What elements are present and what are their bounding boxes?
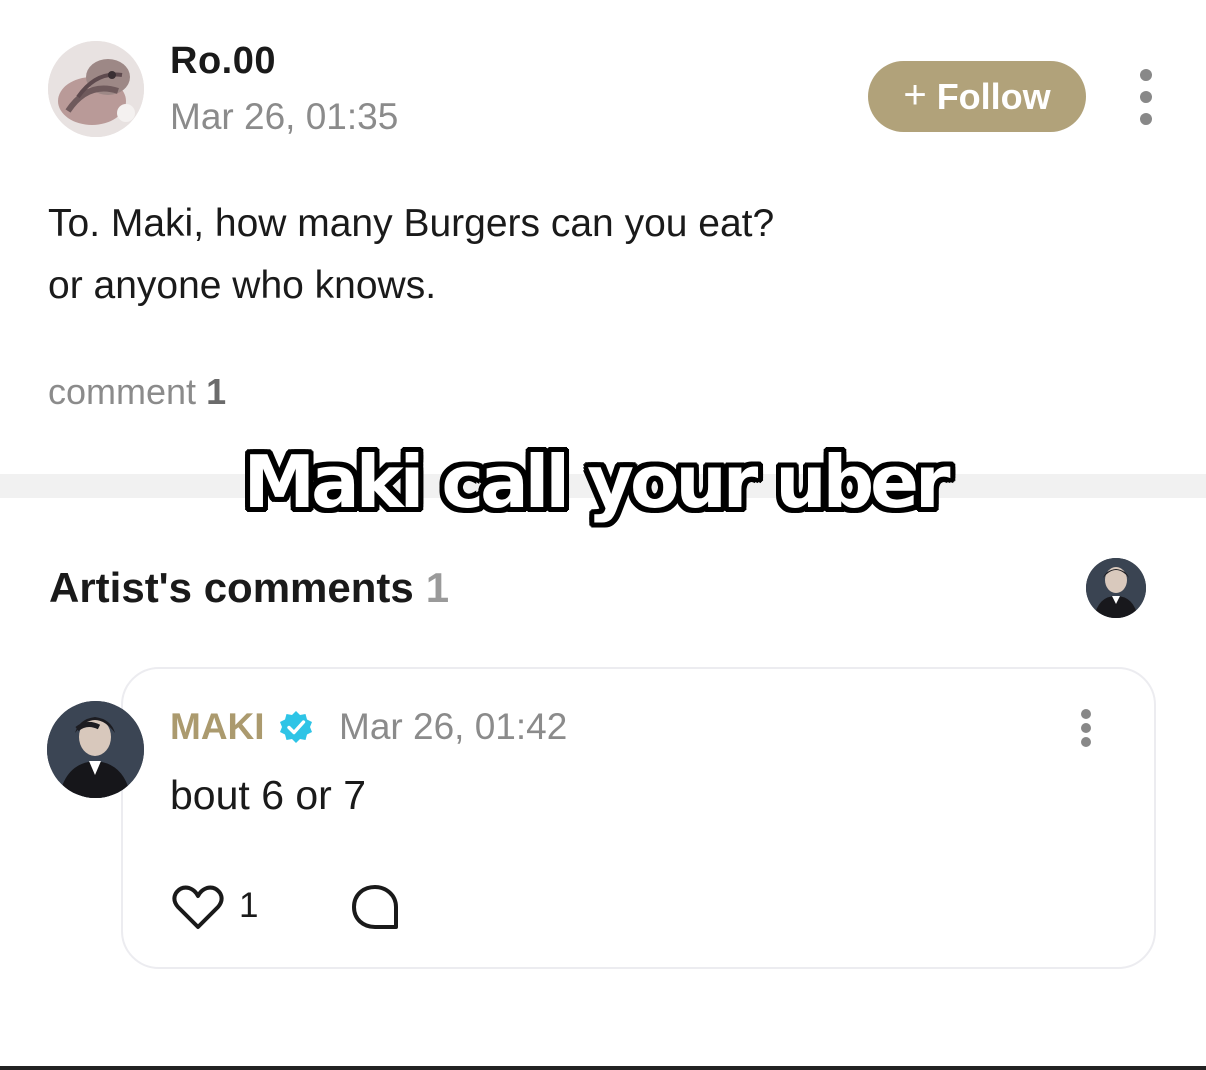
heart-outline-icon[interactable] <box>170 883 226 931</box>
speech-bubble-icon[interactable] <box>350 883 400 931</box>
comment-count[interactable]: comment 1 <box>48 371 226 413</box>
verified-badge-icon <box>280 711 312 743</box>
plus-icon: + <box>903 72 927 117</box>
artist-comments-label: Artist's comments <box>49 564 414 611</box>
comment-author-avatar[interactable] <box>47 701 144 798</box>
overlay-caption: Maki call your uber <box>243 440 951 524</box>
post-timestamp: Mar 26, 01:35 <box>170 96 399 137</box>
post-author-name[interactable]: Ro.00 <box>170 40 276 83</box>
comment-timestamp: Mar 26, 01:42 <box>339 706 568 747</box>
post-body: To. Maki, how many Burgers can you eat? … <box>48 193 774 317</box>
post-author-avatar[interactable] <box>48 41 144 137</box>
post-body-line-2: or anyone who knows. <box>48 264 437 307</box>
like-count: 1 <box>239 886 259 925</box>
comment-more-options-icon[interactable] <box>1079 709 1093 747</box>
artist-comments-count: 1 <box>425 564 450 611</box>
post-more-options-icon[interactable] <box>1139 69 1153 125</box>
post-body-line-1: To. Maki, how many Burgers can you eat? <box>48 202 775 245</box>
comment-count-label: comment <box>48 371 197 412</box>
comment-author-name[interactable]: MAKI <box>170 706 265 748</box>
comment-text: bout 6 or 7 <box>170 772 367 818</box>
follow-button[interactable]: + Follow <box>868 61 1086 132</box>
bottom-divider <box>0 1066 1206 1070</box>
artist-comments-title: Artist's comments 1 <box>49 564 449 612</box>
artist-avatar-small[interactable] <box>1086 558 1146 618</box>
follow-button-label: Follow <box>936 75 1051 117</box>
comment-count-value: 1 <box>206 371 227 412</box>
